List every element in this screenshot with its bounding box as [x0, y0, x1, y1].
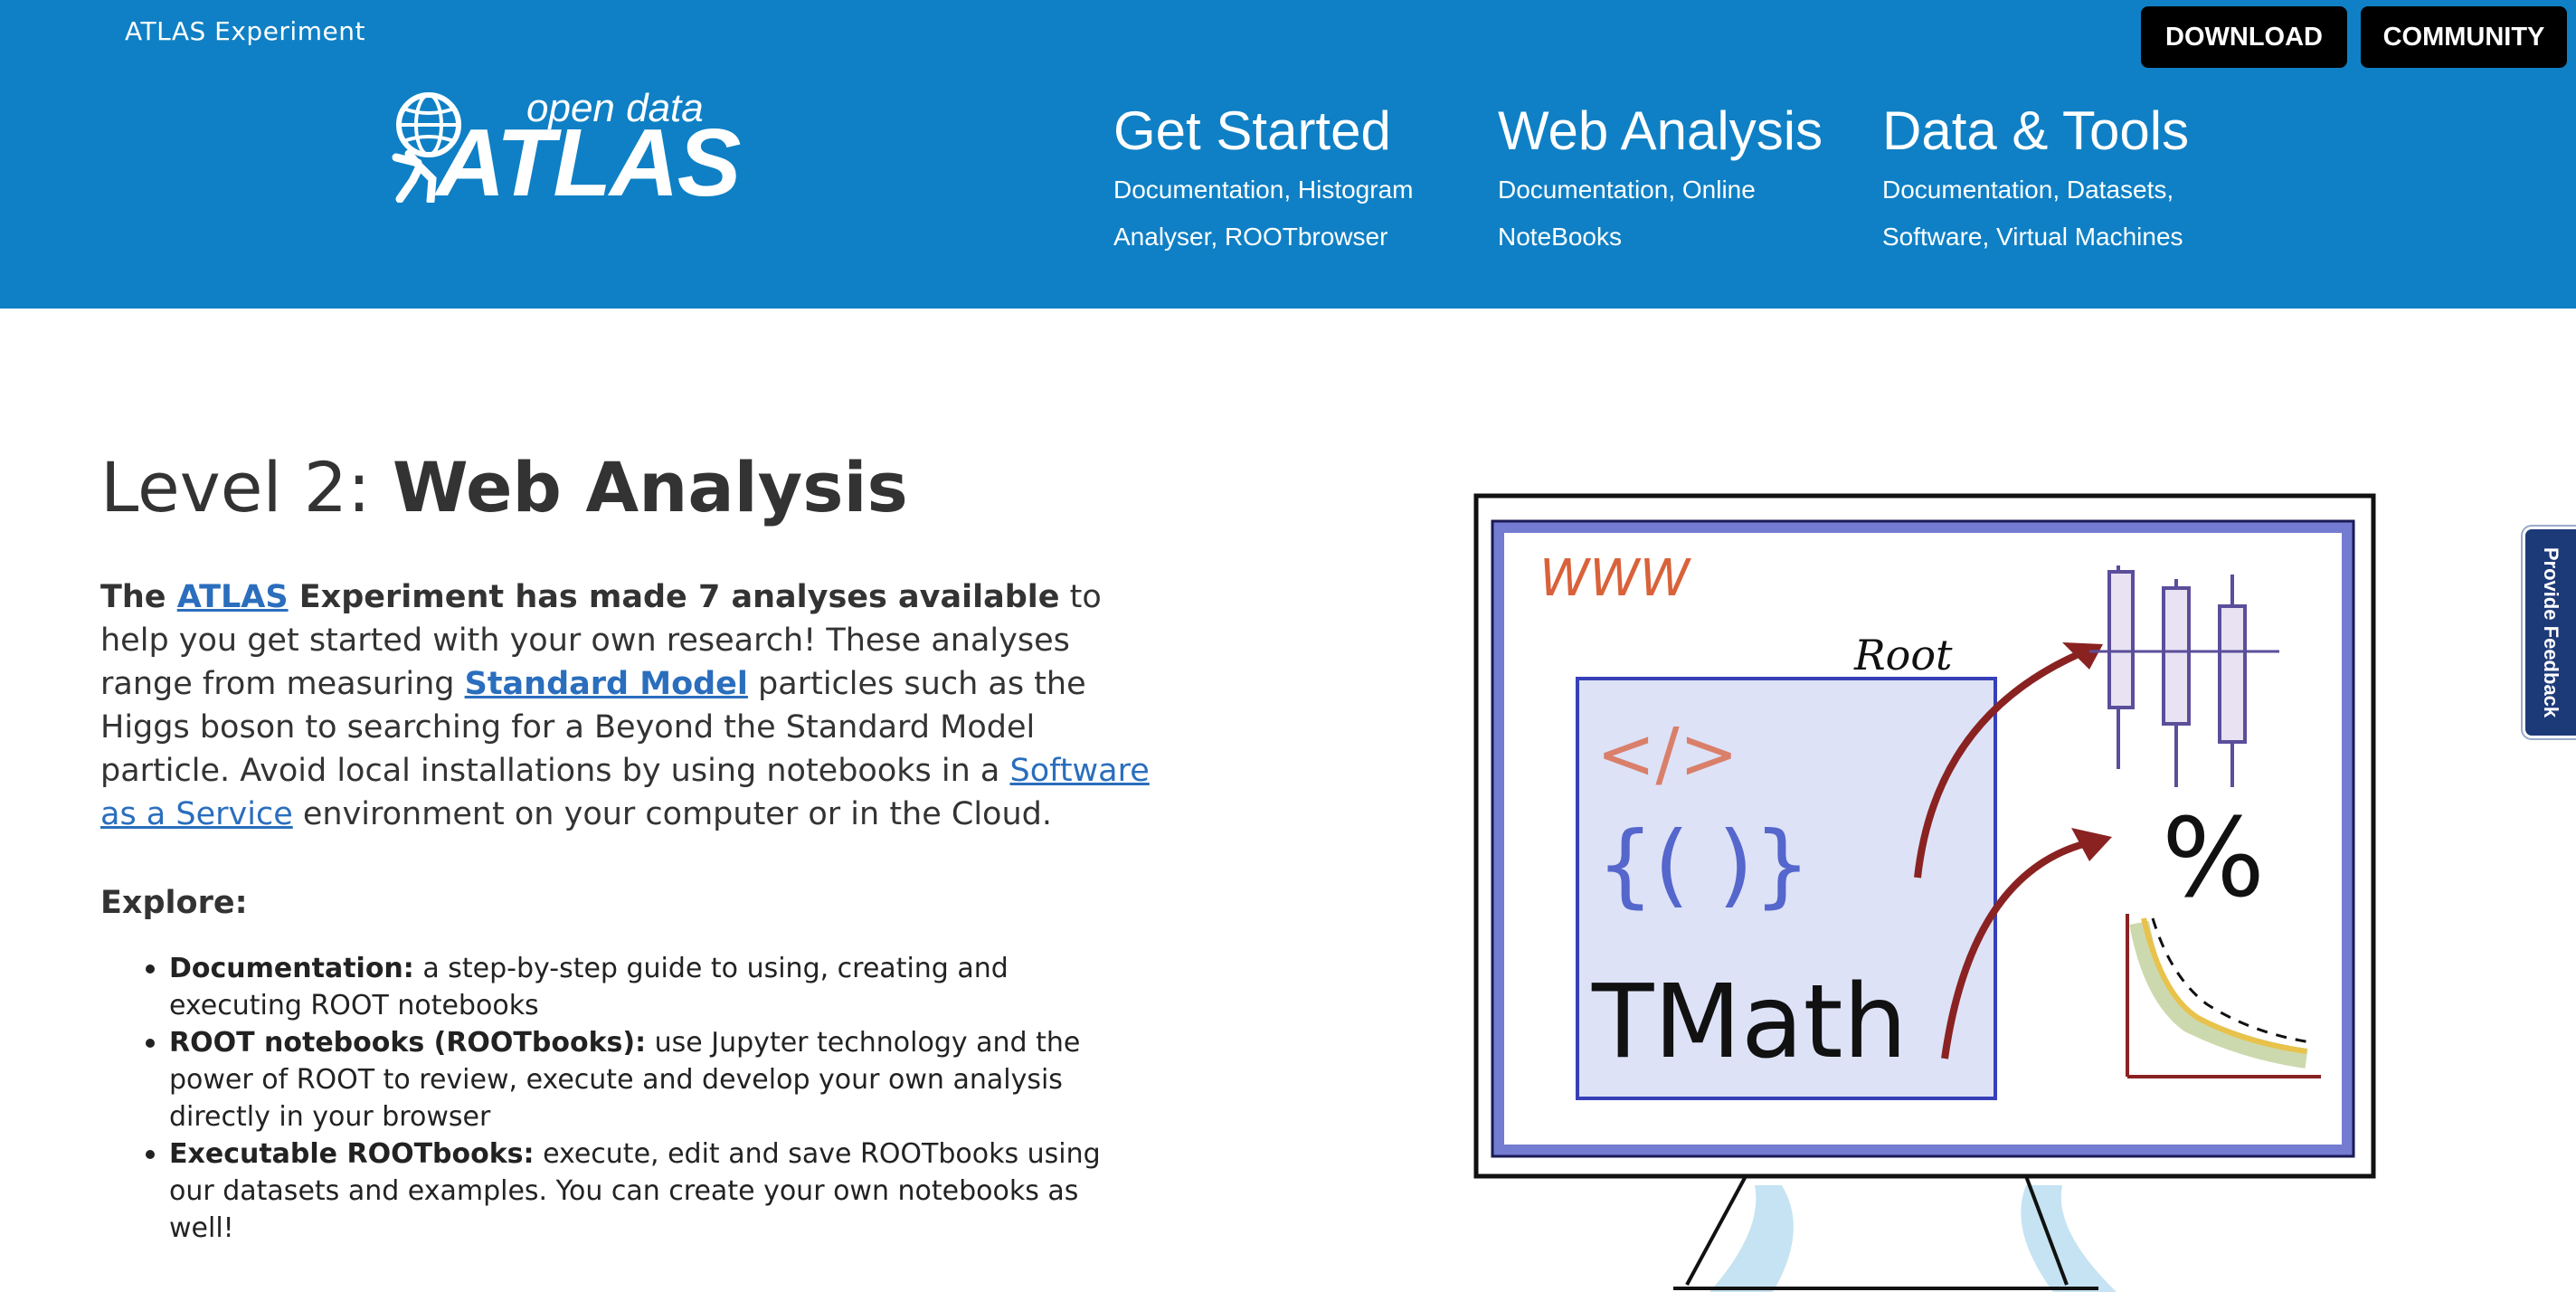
list-item: Documentation: a step-by-step guide to u… [100, 950, 1141, 1024]
nav-get-started-title[interactable]: Get Started [1113, 100, 1457, 163]
intro-text-1: The [100, 579, 177, 615]
list-item-bold: ROOT notebooks (ROOTbooks): [169, 1027, 647, 1059]
list-item: Executable ROOTbooks: execute, edit and … [100, 1135, 1141, 1247]
nav-web-analysis[interactable]: Web Analysis Documentation, Online NoteB… [1498, 100, 1842, 261]
nav-get-started[interactable]: Get Started Documentation, Histogram Ana… [1113, 100, 1457, 261]
list-item-bold: Documentation: [169, 953, 414, 984]
community-button[interactable]: COMMUNITY [2361, 6, 2567, 68]
list-item: ROOT notebooks (ROOTbooks): use Jupyter … [100, 1024, 1141, 1135]
nav-data-tools-sub: Documentation, Datasets, Software, Virtu… [1882, 176, 2183, 251]
web-analysis-illustration: WWW Root </> {( )} TMath % [1473, 493, 2376, 1292]
page-title-bold: Web Analysis [392, 447, 908, 527]
explore-list: Documentation: a step-by-step guide to u… [100, 950, 1141, 1247]
nav-get-started-sub: Documentation, Histogram Analyser, ROOTb… [1113, 176, 1414, 251]
nav-data-tools-title[interactable]: Data & Tools [1882, 100, 2262, 163]
intro-paragraph: The ATLAS Experiment has made 7 analyses… [100, 575, 1159, 836]
standard-model-link[interactable]: Standard Model [465, 666, 748, 702]
nav-data-tools[interactable]: Data & Tools Documentation, Datasets, So… [1882, 100, 2262, 261]
explore-heading: Explore: [100, 885, 248, 921]
site-name[interactable]: ATLAS Experiment [125, 16, 365, 46]
percent-icon: % [2162, 796, 2265, 922]
www-label: WWW [1539, 549, 1692, 608]
download-button[interactable]: DOWNLOAD [2141, 6, 2347, 68]
page-title: Level 2: Web Analysis [100, 447, 908, 527]
logo-atlas-text: ATLAS [436, 109, 741, 216]
provide-feedback-tab[interactable]: Provide Feedback [2523, 527, 2576, 738]
intro-text-5: environment on your computer or in the C… [292, 796, 1052, 832]
atlas-link[interactable]: ATLAS [177, 579, 289, 615]
intro-text-2: Experiment has made 7 analyses available [288, 579, 1060, 615]
code-icon: </> [1596, 714, 1738, 795]
page-title-prefix: Level 2: [100, 447, 393, 527]
list-item-bold: Executable ROOTbooks: [169, 1138, 535, 1170]
root-label: Root [1853, 631, 1953, 679]
nav-web-analysis-title[interactable]: Web Analysis [1498, 100, 1842, 163]
braces-icon: {( )} [1596, 812, 1811, 917]
top-header-bar: ATLAS Experiment DOWNLOAD COMMUNITY open… [0, 0, 2576, 309]
nav-web-analysis-sub: Documentation, Online NoteBooks [1498, 176, 1756, 251]
tmath-label: TMath [1591, 964, 1908, 1081]
feedback-label: Provide Feedback [2540, 546, 2562, 718]
atlas-open-data-logo[interactable]: open data ATLAS [391, 87, 741, 212]
